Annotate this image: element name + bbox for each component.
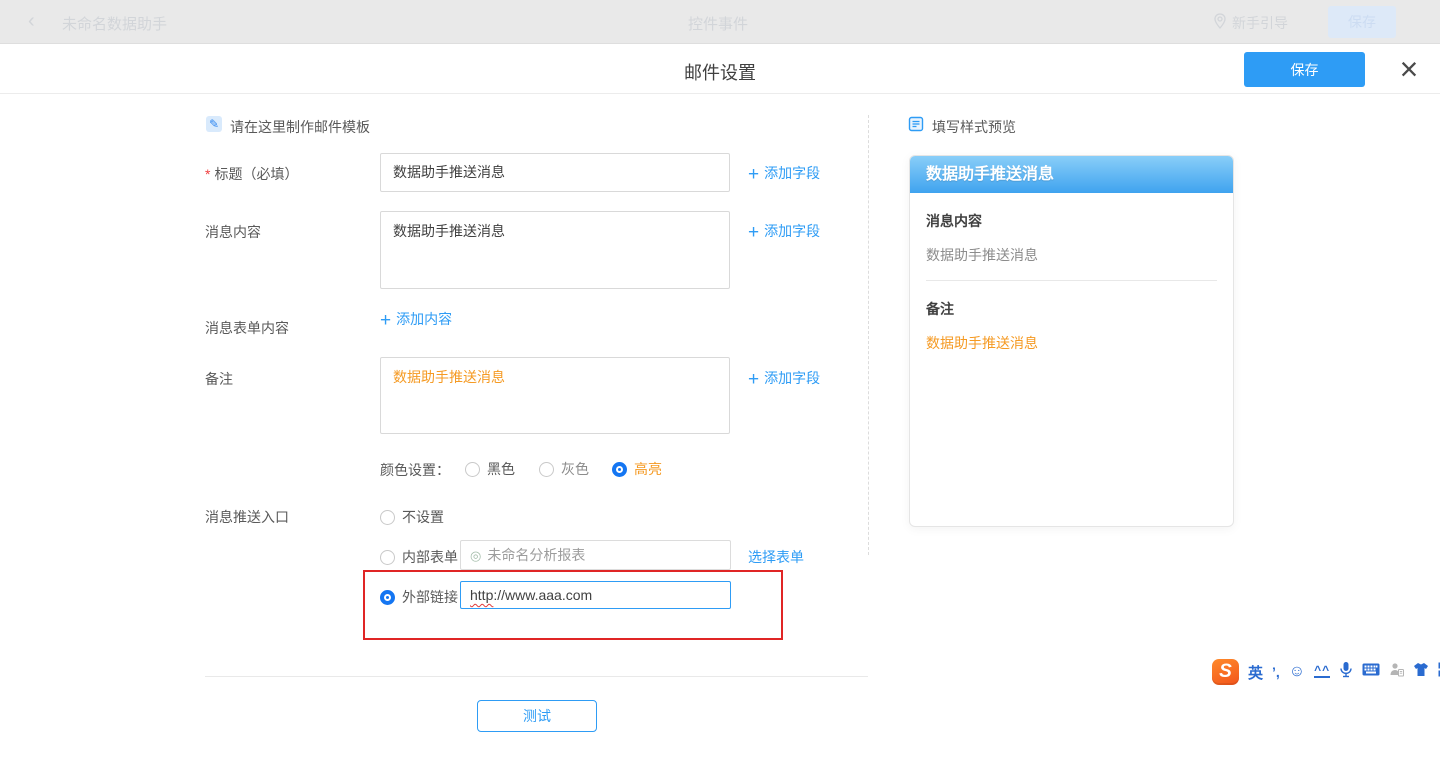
push-entry-label: 消息推送入口 [205, 507, 289, 527]
close-icon[interactable]: × [1394, 50, 1424, 88]
soft-keyboard-icon[interactable] [1362, 663, 1380, 681]
add-content-link[interactable]: +添加内容 [380, 309, 452, 332]
radio-icon[interactable] [465, 462, 480, 477]
horizontal-divider [205, 676, 868, 677]
add-field-link-title[interactable]: +添加字段 [748, 163, 820, 186]
location-pin-icon [1214, 13, 1226, 34]
color-setting-label: 颜色设置： [380, 460, 450, 480]
user-dict-icon[interactable] [1389, 662, 1404, 682]
color-option-black[interactable]: 黑色 [465, 459, 515, 479]
ime-mode-toggle[interactable]: 英 [1248, 662, 1263, 683]
app-title: 未命名数据助手 [62, 13, 167, 34]
preview-card-title: 数据助手推送消息 [910, 156, 1233, 193]
radio-icon-selected[interactable] [612, 462, 627, 477]
entry-option-none[interactable]: 不设置 [380, 507, 444, 527]
plus-icon: + [748, 164, 759, 185]
internal-form-input[interactable]: ◎未命名分析报表 [460, 540, 731, 570]
modal-title: 邮件设置 [0, 59, 1440, 85]
content-textarea[interactable]: 数据助手推送消息 [380, 211, 730, 289]
radio-icon[interactable] [380, 550, 395, 565]
sogou-logo-icon[interactable]: S [1212, 659, 1239, 685]
vertical-dashed-divider [868, 115, 869, 555]
emoji-icon[interactable]: ☺ [1289, 664, 1305, 680]
save-button[interactable]: 保存 [1244, 52, 1365, 87]
template-hint: 请在这里制作邮件模板 [230, 117, 370, 137]
pencil-icon: ✎ [206, 116, 222, 132]
form-content-label: 消息表单内容 [205, 318, 289, 338]
kaomoji-icon[interactable]: ^^ [1314, 666, 1330, 678]
required-asterisk: * [205, 166, 210, 182]
preview-content-value: 数据助手推送消息 [926, 245, 1217, 265]
preview-remark-value: 数据助手推送消息 [926, 333, 1217, 353]
remark-field-label: 备注 [205, 369, 233, 389]
plus-icon: + [748, 222, 759, 243]
entry-option-internal-form[interactable]: 内部表单 [380, 547, 458, 567]
radio-icon[interactable] [380, 510, 395, 525]
microphone-icon[interactable] [1339, 661, 1353, 683]
preview-content-label: 消息内容 [926, 211, 1217, 231]
title-field-label: *标题（必填） [205, 164, 298, 184]
remark-textarea[interactable]: 数据助手推送消息 [380, 357, 730, 434]
app-top-bar: ‹ 未命名数据助手 控件事件 新手引导 保存 [0, 0, 1440, 44]
form-circle-icon: ◎ [470, 548, 481, 563]
content-field-label: 消息内容 [205, 222, 261, 242]
test-button[interactable]: 测试 [477, 700, 597, 732]
add-field-link-content[interactable]: +添加字段 [748, 221, 820, 244]
preview-remark-label: 备注 [926, 299, 1217, 319]
title-input[interactable]: 数据助手推送消息 [380, 153, 730, 192]
add-field-link-remark[interactable]: +添加字段 [748, 368, 820, 391]
skin-tshirt-icon[interactable] [1413, 662, 1429, 682]
preview-divider [926, 280, 1217, 281]
punctuation-icon[interactable]: ’, [1272, 664, 1280, 680]
red-highlight-annotation [363, 570, 783, 640]
color-option-grey[interactable]: 灰色 [539, 459, 589, 479]
back-icon[interactable]: ‹ [28, 9, 35, 33]
plus-icon: + [380, 310, 391, 331]
color-option-highlight[interactable]: 高亮 [612, 459, 662, 479]
select-form-link[interactable]: 选择表单 [748, 547, 804, 567]
email-settings-screen: ‹ 未命名数据助手 控件事件 新手引导 保存 邮件设置 保存 × ✎ 请在这里制… [0, 0, 1440, 757]
plus-icon: + [748, 369, 759, 390]
preview-doc-icon [908, 116, 924, 132]
radio-icon[interactable] [539, 462, 554, 477]
preview-heading: 填写样式预览 [932, 117, 1016, 137]
beginner-guide-link[interactable]: 新手引导 [1232, 13, 1288, 33]
preview-card: 数据助手推送消息 消息内容 数据助手推送消息 备注 数据助手推送消息 [909, 155, 1234, 527]
tab-control-events[interactable]: 控件事件 [688, 13, 748, 34]
appbar-save-button[interactable]: 保存 [1328, 6, 1396, 38]
ime-toolbar: S 英 ’, ☺ ^^ [1212, 657, 1440, 687]
